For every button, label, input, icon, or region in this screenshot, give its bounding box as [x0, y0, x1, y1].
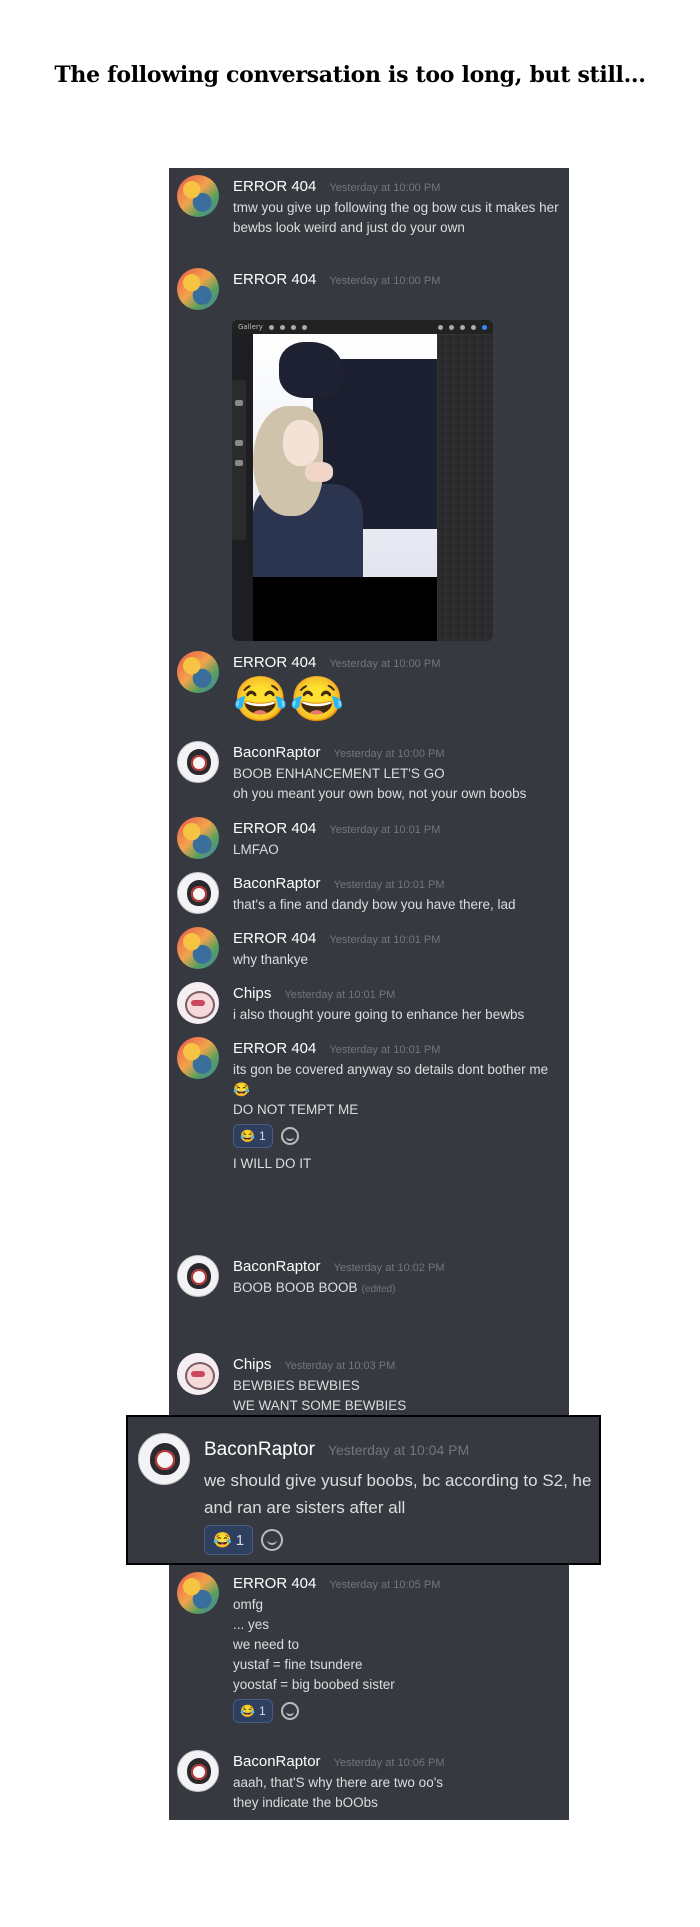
avatar[interactable] [177, 1037, 219, 1079]
avatar[interactable] [177, 1572, 219, 1614]
author-name[interactable]: Chips [233, 985, 271, 1002]
reaction-count: 1 [258, 1129, 266, 1143]
message-text: BOOB BOOB BOOB [233, 1280, 358, 1295]
highlighted-message: BaconRaptor Yesterday at 10:04 PM we sho… [126, 1415, 601, 1565]
laughing-emoji-icon: 😂 [240, 1129, 255, 1143]
message-text: BOOB ENHANCEMENT LET'S GO [233, 766, 445, 781]
avatar[interactable] [177, 1750, 219, 1792]
message-text: LMFAO [233, 842, 279, 857]
avatar[interactable] [177, 175, 219, 217]
avatar[interactable] [177, 268, 219, 310]
timestamp: Yesterday at 10:03 PM [284, 1360, 396, 1372]
author-name[interactable]: BaconRaptor [204, 1439, 315, 1460]
message-text: WE WANT SOME BEWBIES [233, 1398, 407, 1413]
timestamp: Yesterday at 10:00 PM [329, 275, 441, 287]
brush-size-slider [232, 380, 246, 540]
author-name[interactable]: ERROR 404 [233, 271, 316, 288]
magic-icon [279, 324, 285, 330]
page-caption: The following conversation is too long, … [54, 62, 646, 88]
chat-panel-lower: ERROR 404 Yesterday at 10:05 PM omfg ...… [169, 1565, 569, 1820]
message-text: i also thought youre going to enhance he… [233, 1007, 525, 1022]
author-name[interactable]: ERROR 404 [233, 1040, 316, 1057]
message-text: BEWBIES BEWBIES [233, 1378, 360, 1393]
wrench-icon [268, 324, 274, 330]
add-reaction-icon[interactable] [280, 1702, 299, 1720]
message-text: why thankye [233, 952, 309, 967]
selection-icon [290, 324, 296, 330]
message-text: omfg [233, 1597, 264, 1612]
timestamp: Yesterday at 10:06 PM [333, 1757, 445, 1769]
reaction-count: 1 [258, 1704, 266, 1718]
avatar[interactable] [177, 651, 219, 693]
laughing-emoji-icon: 😂 [213, 1531, 232, 1549]
reaction-laugh[interactable]: 😂 1 [204, 1525, 254, 1555]
author-name[interactable]: BaconRaptor [233, 1753, 321, 1770]
message-text: DO NOT TEMPT ME [233, 1102, 359, 1117]
transform-icon [301, 324, 307, 330]
author-name[interactable]: BaconRaptor [233, 875, 321, 892]
timestamp: Yesterday at 10:00 PM [333, 748, 445, 760]
add-reaction-icon[interactable] [261, 1529, 284, 1551]
author-name[interactable]: ERROR 404 [233, 1575, 316, 1592]
author-name[interactable]: ERROR 404 [233, 820, 316, 837]
message-text: its gon be covered anyway so details don… [233, 1062, 549, 1097]
laughing-emoji: 😂😂 [233, 675, 347, 724]
avatar[interactable] [177, 872, 219, 914]
smudge-icon [449, 324, 454, 330]
message-text: that's a fine and dandy bow you have the… [233, 897, 516, 912]
message-text: tmw you give up following the og bow cus… [233, 200, 559, 235]
author-name[interactable]: ERROR 404 [233, 930, 316, 947]
gallery-label: Gallery [238, 323, 263, 331]
avatar[interactable] [177, 927, 219, 969]
add-reaction-icon[interactable] [280, 1127, 299, 1145]
author-name[interactable]: Chips [233, 1356, 271, 1373]
avatar[interactable] [177, 982, 219, 1024]
color-swatch-icon [482, 324, 487, 330]
timestamp: Yesterday at 10:01 PM [329, 934, 441, 946]
timestamp: Yesterday at 10:01 PM [329, 824, 441, 836]
avatar[interactable] [177, 741, 219, 783]
message-text: we need to [233, 1637, 300, 1652]
message-text: aaah, that'S why there are two oo's [233, 1775, 444, 1790]
reaction-count: 1 [235, 1531, 245, 1549]
eraser-icon [460, 324, 465, 330]
reaction-laugh[interactable]: 😂 1 [233, 1699, 273, 1723]
author-name[interactable]: ERROR 404 [233, 178, 316, 195]
avatar[interactable] [138, 1433, 190, 1485]
timestamp: Yesterday at 10:01 PM [284, 989, 396, 1001]
message-text: oh you meant your own bow, not your own … [233, 786, 527, 801]
image-attachment[interactable]: Gallery [232, 320, 493, 641]
laughing-emoji-icon: 😂 [240, 1704, 255, 1718]
timestamp: Yesterday at 10:04 PM [328, 1442, 470, 1458]
message-text: yoostaf = big boobed sister [233, 1677, 395, 1692]
avatar[interactable] [177, 1353, 219, 1395]
timestamp: Yesterday at 10:05 PM [329, 1579, 441, 1591]
timestamp: Yesterday at 10:01 PM [333, 879, 445, 891]
author-name[interactable]: ERROR 404 [233, 654, 316, 671]
layers-icon [471, 324, 476, 330]
timestamp: Yesterday at 10:01 PM [329, 1044, 441, 1056]
timestamp: Yesterday at 10:00 PM [329, 182, 441, 194]
author-name[interactable]: BaconRaptor [233, 744, 321, 761]
drawing-app-toolbar: Gallery [232, 320, 493, 334]
edited-label: (edited) [361, 1284, 396, 1295]
message-text: ... yes [233, 1617, 270, 1632]
timestamp: Yesterday at 10:02 PM [333, 1262, 445, 1274]
message-text: we should give yusuf boobs, bc according… [204, 1471, 592, 1517]
message-text: yustaf = fine tsundere [233, 1657, 363, 1672]
message-text: they indicate the bOObs [233, 1795, 378, 1810]
brush-icon [438, 324, 443, 330]
avatar[interactable] [177, 817, 219, 859]
message-text: I WILL DO IT [233, 1156, 312, 1171]
author-name[interactable]: BaconRaptor [233, 1258, 321, 1275]
timestamp: Yesterday at 10:00 PM [329, 658, 441, 670]
artwork-canvas [253, 334, 437, 577]
avatar[interactable] [177, 1255, 219, 1297]
reaction-laugh[interactable]: 😂 1 [233, 1124, 273, 1148]
